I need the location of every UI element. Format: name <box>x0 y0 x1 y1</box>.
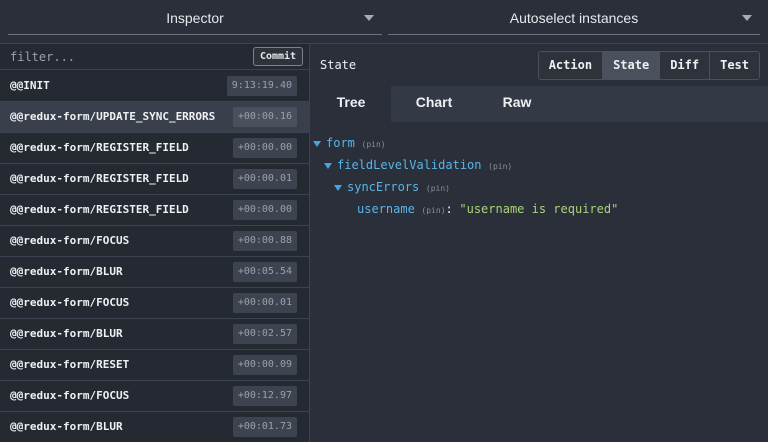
action-name: @@redux-form/UPDATE_SYNC_ERRORS <box>10 110 216 123</box>
subtab-raw[interactable]: Raw <box>477 86 557 122</box>
action-timestamp: +00:00.16 <box>232 107 297 127</box>
expand-arrow-icon[interactable] <box>313 141 321 147</box>
chevron-down-icon <box>742 15 752 21</box>
tree-node-field-level-validation[interactable]: fieldLevelValidation (pin) <box>311 156 768 178</box>
pin-link[interactable]: (pin) <box>488 162 512 171</box>
select-underline <box>388 34 760 35</box>
top-bar: Inspector Autoselect instances <box>0 0 768 44</box>
tab-diff[interactable]: Diff <box>659 52 710 79</box>
action-row[interactable]: @@redux-form/UPDATE_SYNC_ERRORS +00:00.16 <box>0 102 309 133</box>
filter-input[interactable]: filter... <box>10 50 75 64</box>
action-row[interactable]: @@redux-form/FOCUS +00:00.01 <box>0 288 309 319</box>
action-row[interactable]: @@redux-form/BLUR +00:02.57 <box>0 319 309 350</box>
subtab-chart[interactable]: Chart <box>394 86 474 122</box>
action-timestamp: +00:05.54 <box>232 262 297 282</box>
tree-key: username <box>357 202 415 216</box>
action-timestamp: +00:00.01 <box>232 169 297 189</box>
action-name: @@INIT <box>10 79 50 92</box>
action-timestamp: +00:00.88 <box>232 231 297 251</box>
pin-link[interactable]: (pin) <box>362 140 386 149</box>
action-row[interactable]: @@redux-form/RESET +00:00.09 <box>0 350 309 381</box>
inspector-header: State Action State Diff Test <box>311 44 768 86</box>
view-subtabs: Tree Chart Raw <box>311 86 768 122</box>
tree-node-form[interactable]: form (pin) <box>311 134 768 156</box>
pin-link[interactable]: (pin) <box>421 206 445 215</box>
action-row[interactable]: @@redux-form/REGISTER_FIELD +00:00.00 <box>0 195 309 226</box>
chevron-down-icon <box>364 15 374 21</box>
action-name: @@redux-form/FOCUS <box>10 234 130 247</box>
tree-leaf-username: username (pin): "username is required" <box>311 200 768 222</box>
inspector-panel: State Action State Diff Test Tree Chart … <box>311 44 768 442</box>
subtab-tree[interactable]: Tree <box>311 86 391 122</box>
tree-colon: : <box>445 202 453 216</box>
state-tree: form (pin) fieldLevelValidation (pin) sy… <box>311 122 768 222</box>
action-name: @@redux-form/REGISTER_FIELD <box>10 172 189 185</box>
action-row[interactable]: @@redux-form/REGISTER_FIELD +00:00.01 <box>0 164 309 195</box>
action-row[interactable]: @@redux-form/REGISTER_FIELD +00:00.00 <box>0 133 309 164</box>
expand-arrow-icon[interactable] <box>324 163 332 169</box>
instance-select-label: Autoselect instances <box>509 10 639 26</box>
panel-title: State <box>320 58 357 72</box>
tree-key: fieldLevelValidation <box>337 158 482 172</box>
action-name: @@redux-form/RESET <box>10 358 130 371</box>
pin-link[interactable]: (pin) <box>426 184 450 193</box>
action-row[interactable]: @@redux-form/FOCUS +00:12.97 <box>0 381 309 412</box>
expand-arrow-icon[interactable] <box>334 185 342 191</box>
action-list: @@INIT 9:13:19.40 @@redux-form/UPDATE_SYNC… <box>0 71 309 442</box>
action-name: @@redux-form/BLUR <box>10 327 123 340</box>
tab-state[interactable]: State <box>602 52 660 79</box>
action-timestamp: +00:00.01 <box>232 293 297 313</box>
action-row[interactable]: @@INIT 9:13:19.40 <box>0 71 309 102</box>
action-name: @@redux-form/REGISTER_FIELD <box>10 141 189 154</box>
action-name: @@redux-form/BLUR <box>10 420 123 433</box>
action-timestamp: +00:12.97 <box>232 386 297 406</box>
action-name: @@redux-form/FOCUS <box>10 389 130 402</box>
tree-node-sync-errors[interactable]: syncErrors (pin) <box>311 178 768 200</box>
tab-action[interactable]: Action <box>538 52 603 79</box>
tree-key: syncErrors <box>347 180 420 194</box>
action-timestamp: +00:01.73 <box>232 417 297 437</box>
action-name: @@redux-form/REGISTER_FIELD <box>10 203 189 216</box>
action-name: @@redux-form/FOCUS <box>10 296 130 309</box>
commit-button[interactable]: Commit <box>253 47 303 66</box>
action-timestamp: +00:02.57 <box>232 324 297 344</box>
monitor-select[interactable]: Inspector <box>8 0 382 44</box>
tree-value: "username is required" <box>459 202 619 216</box>
action-list-panel: filter... Commit @@INIT 9:13:19.40 @@redux… <box>0 44 310 442</box>
monitor-select-label: Inspector <box>166 10 224 26</box>
action-timestamp: 9:13:19.40 <box>226 76 297 96</box>
action-name: @@redux-form/BLUR <box>10 265 123 278</box>
tab-test[interactable]: Test <box>709 52 759 79</box>
tree-key: form <box>326 136 355 150</box>
action-timestamp: +00:00.00 <box>232 138 297 158</box>
action-row[interactable]: @@redux-form/BLUR +00:05.54 <box>0 257 309 288</box>
action-row[interactable]: @@redux-form/FOCUS +00:00.88 <box>0 226 309 257</box>
action-timestamp: +00:00.09 <box>232 355 297 375</box>
instance-select[interactable]: Autoselect instances <box>388 0 760 44</box>
action-timestamp: +00:00.00 <box>232 200 297 220</box>
action-row[interactable]: @@redux-form/BLUR +00:01.73 <box>0 412 309 442</box>
filter-row: filter... Commit <box>0 44 309 70</box>
select-underline <box>8 34 382 35</box>
inspector-tabs: Action State Diff Test <box>537 51 760 80</box>
